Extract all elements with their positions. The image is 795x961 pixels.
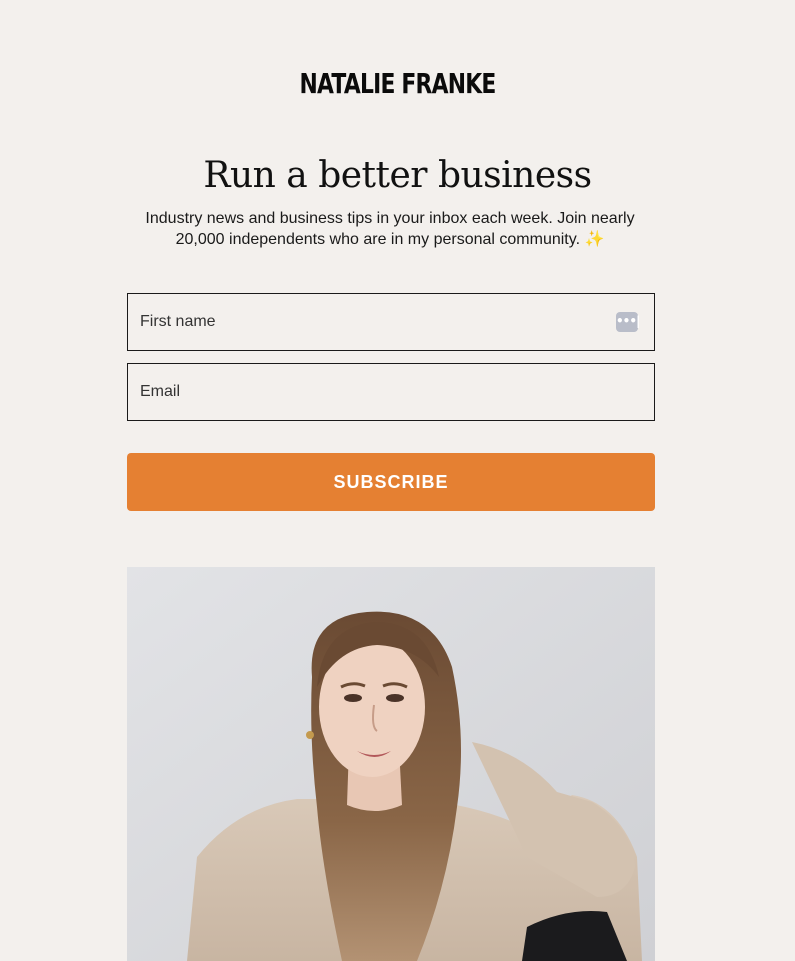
first-name-field-container: •••| [127, 293, 655, 351]
subscribe-button[interactable]: SUBSCRIBE [127, 453, 655, 511]
portrait-photo [127, 567, 655, 961]
first-name-input[interactable] [128, 294, 654, 350]
email-input[interactable] [128, 364, 654, 420]
signup-page: NATALIE FRANKE Run a better business Ind… [0, 0, 795, 961]
portrait-illustration [127, 567, 655, 961]
page-subtext: Industry news and business tips in your … [145, 210, 635, 248]
email-field-container [127, 363, 655, 421]
brand-logo[interactable]: NATALIE FRANKE [87, 66, 707, 102]
password-manager-icon[interactable]: •••| [616, 312, 640, 332]
page-headline: Run a better business [203, 155, 592, 196]
